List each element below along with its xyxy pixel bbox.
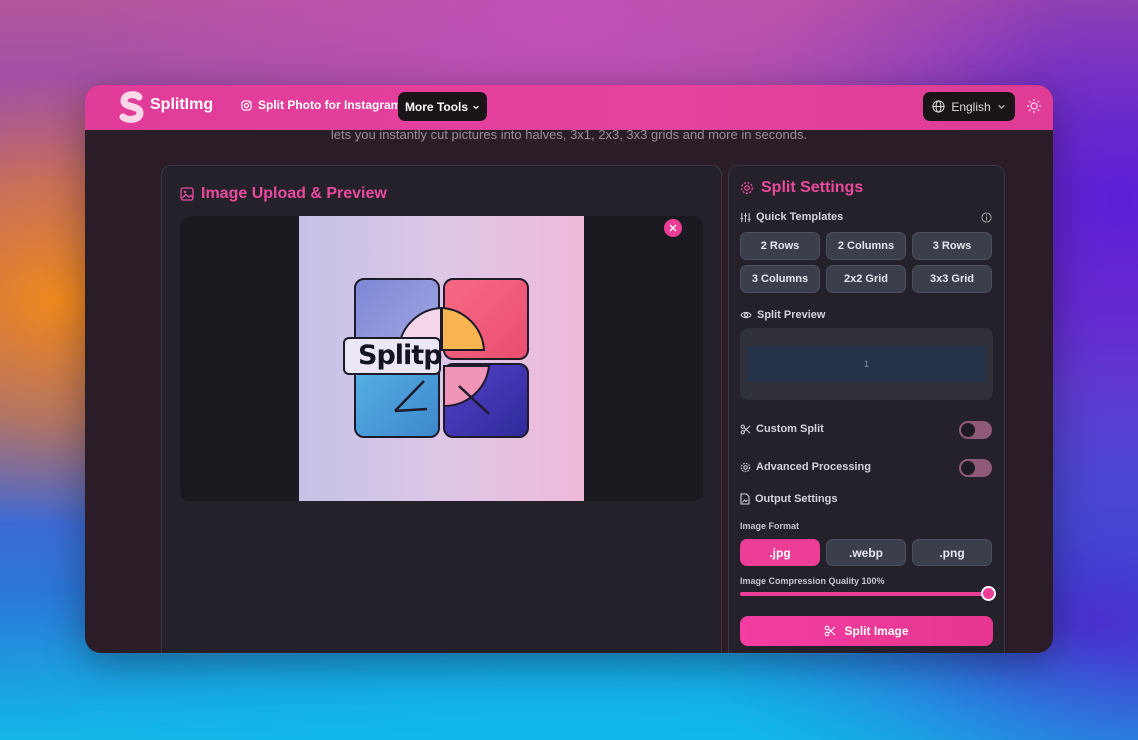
settings-title: Split Settings bbox=[740, 179, 863, 197]
file-image-icon bbox=[740, 493, 750, 505]
custom-split-label: Custom Split bbox=[740, 423, 824, 435]
upload-panel: Image Upload & Preview Splitp bbox=[161, 165, 722, 653]
toggle-knob bbox=[961, 423, 975, 437]
custom-split-text: Custom Split bbox=[756, 423, 824, 435]
globe-icon bbox=[932, 100, 945, 113]
template-3-rows-button[interactable]: 3 Rows bbox=[912, 232, 992, 260]
split-preview-grid: 1 bbox=[740, 328, 993, 400]
navbar: SplitImg Split Photo for Instagram More … bbox=[85, 85, 1053, 130]
template-2x2-grid-button[interactable]: 2x2 Grid bbox=[826, 265, 906, 293]
nav-link-instagram[interactable]: Split Photo for Instagram bbox=[241, 98, 401, 112]
advanced-processing-toggle[interactable] bbox=[959, 459, 992, 477]
brand-name[interactable]: SplitImg bbox=[150, 96, 213, 114]
split-image-button[interactable]: Split Image bbox=[740, 616, 993, 646]
theme-toggle-sun-icon[interactable] bbox=[1026, 98, 1042, 114]
toggle-knob bbox=[961, 461, 975, 475]
remove-image-button[interactable] bbox=[664, 219, 682, 237]
uploaded-image: Splitp bbox=[299, 216, 584, 501]
template-2-rows-button[interactable]: 2 Rows bbox=[740, 232, 820, 260]
quick-templates-label: Quick Templates bbox=[740, 211, 843, 223]
chevron-down-icon bbox=[997, 102, 1006, 111]
image-format-label: Image Format bbox=[740, 521, 800, 531]
scissors-icon bbox=[740, 424, 751, 435]
hero-subtitle: lets you instantly cut pictures into hal… bbox=[330, 127, 808, 142]
instagram-icon bbox=[241, 99, 252, 111]
quick-templates-text: Quick Templates bbox=[756, 211, 844, 223]
nav-link-label: Split Photo for Instagram bbox=[258, 98, 402, 112]
upload-title-label: Image Upload & Preview bbox=[201, 185, 387, 202]
eye-icon bbox=[740, 310, 752, 320]
split-preview-label: Split Preview bbox=[740, 309, 825, 321]
output-settings-label: Output Settings bbox=[740, 493, 838, 505]
format-png-button[interactable]: .png bbox=[912, 539, 992, 566]
template-3x3-grid-button[interactable]: 3x3 Grid bbox=[912, 265, 992, 293]
splitimg-logo-icon[interactable] bbox=[119, 91, 145, 123]
scissors-icon bbox=[824, 625, 836, 637]
custom-split-toggle[interactable] bbox=[959, 421, 992, 439]
quality-slider-track[interactable] bbox=[740, 592, 989, 596]
more-tools-label: More Tools bbox=[404, 99, 469, 114]
advanced-processing-text: Advanced Processing bbox=[756, 461, 871, 473]
settings-title-label: Split Settings bbox=[761, 179, 864, 196]
quality-label: Image Compression Quality 100% bbox=[740, 576, 885, 586]
output-settings-text: Output Settings bbox=[755, 493, 838, 505]
language-selector[interactable]: English bbox=[923, 92, 1015, 121]
split-preview-cell: 1 bbox=[746, 346, 987, 382]
image-preview-area[interactable]: Splitp bbox=[180, 216, 703, 501]
info-icon[interactable] bbox=[981, 212, 992, 223]
gear-icon bbox=[740, 462, 751, 473]
gear-icon bbox=[740, 181, 754, 195]
settings-panel: Split Settings Quick Templates 2 Rows 2 … bbox=[728, 165, 1005, 653]
sliders-icon bbox=[740, 212, 751, 223]
split-preview-text: Split Preview bbox=[757, 309, 826, 321]
advanced-processing-label: Advanced Processing bbox=[740, 461, 871, 473]
language-label: English bbox=[951, 99, 991, 114]
template-2-columns-button[interactable]: 2 Columns bbox=[826, 232, 906, 260]
quality-slider-thumb[interactable] bbox=[981, 586, 996, 601]
split-image-label: Split Image bbox=[844, 624, 909, 638]
chevron-down-icon bbox=[472, 103, 480, 111]
template-3-columns-button[interactable]: 3 Columns bbox=[740, 265, 820, 293]
more-tools-button[interactable]: More Tools bbox=[398, 92, 487, 121]
image-logo-text: Splitp bbox=[358, 340, 443, 371]
app-window: SplitImg Split Photo for Instagram More … bbox=[85, 85, 1053, 653]
format-webp-button[interactable]: .webp bbox=[826, 539, 906, 566]
format-jpg-button[interactable]: .jpg bbox=[740, 539, 820, 566]
upload-title: Image Upload & Preview bbox=[180, 185, 387, 203]
image-icon bbox=[180, 187, 194, 201]
